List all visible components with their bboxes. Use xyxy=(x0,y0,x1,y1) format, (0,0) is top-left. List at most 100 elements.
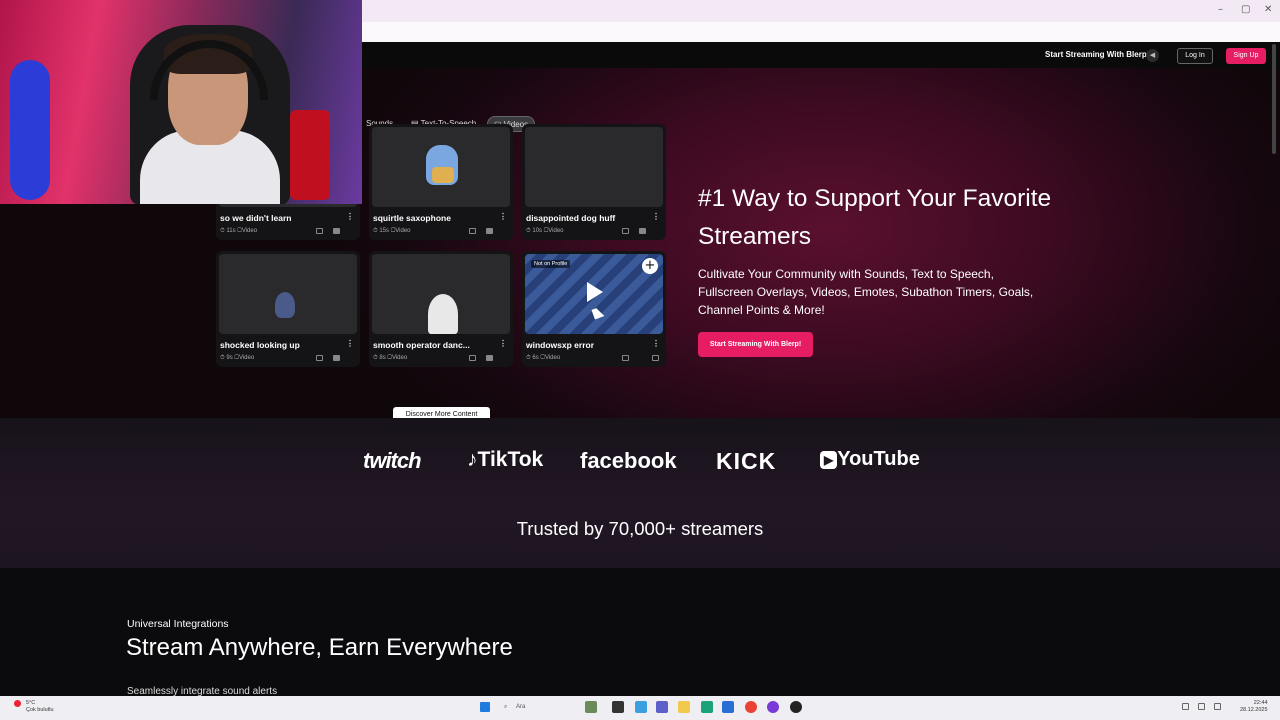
card-duration: 15s xyxy=(379,228,390,234)
weather-widget[interactable]: 5°C Çok bulutlu xyxy=(26,700,54,714)
pip-icon[interactable] xyxy=(639,228,646,234)
more-options-icon[interactable]: ⋮ xyxy=(346,339,354,348)
more-options-icon[interactable]: ⋮ xyxy=(652,339,660,348)
card-type: Video xyxy=(548,228,564,234)
card-meta: ⏱ 10s ▢Video xyxy=(526,228,564,234)
person-image xyxy=(275,292,295,318)
volume-icon[interactable] xyxy=(1198,703,1205,710)
edge-icon[interactable] xyxy=(701,701,713,713)
card-duration: 8s xyxy=(379,355,386,361)
card-duration: 10s xyxy=(532,228,543,234)
youtube-play-icon: ▶ xyxy=(820,450,838,469)
more-options-icon[interactable]: ⋮ xyxy=(499,212,507,221)
card-meta: ⏱ 8s ▢Video xyxy=(373,355,408,361)
not-on-profile-badge: Not on Profile xyxy=(531,260,571,268)
card-title: windowsxp error xyxy=(526,340,595,350)
play-icon[interactable] xyxy=(587,282,603,302)
speaker-icon[interactable]: ◀ xyxy=(1146,49,1159,62)
fullscreen-icon[interactable] xyxy=(652,355,659,361)
smoke-image xyxy=(428,294,458,334)
platforms-section: twitch ♪TikTok facebook KICK ▶ YouTube Tr… xyxy=(0,418,1280,568)
login-button[interactable]: Log In xyxy=(1177,48,1213,64)
store-icon[interactable] xyxy=(722,701,734,713)
screen-icon[interactable] xyxy=(316,355,323,361)
page-scrollbar[interactable] xyxy=(1272,44,1276,154)
obs-icon[interactable] xyxy=(790,701,802,713)
media-card[interactable]: smooth operator danc... ⋮ ⏱ 8s ▢Video xyxy=(369,251,513,367)
search-placeholder: Ara xyxy=(516,704,526,710)
chrome-icon[interactable] xyxy=(745,701,757,713)
more-options-icon[interactable]: ⋮ xyxy=(346,212,354,221)
tiktok-wordmark: TikTok xyxy=(477,448,544,471)
card-meta: ⏱ 15s ▢Video xyxy=(373,228,411,234)
integrations-subtitle: Seamlessly integrate sound alerts xyxy=(127,686,278,696)
discord-icon[interactable] xyxy=(767,701,779,713)
start-icon[interactable] xyxy=(480,702,490,712)
webcam-overlay xyxy=(0,0,362,204)
video-thumbnail[interactable]: Not on Profile + xyxy=(525,254,663,334)
maximize-button[interactable]: ▢ xyxy=(1241,4,1250,15)
more-options-icon[interactable]: ⋮ xyxy=(652,212,660,221)
integrations-label: Universal Integrations xyxy=(127,618,229,630)
network-icon[interactable] xyxy=(1182,703,1189,710)
kick-logo: KICK xyxy=(716,448,777,474)
clock-date: 28.12.2025 xyxy=(1240,707,1268,713)
facebook-logo: facebook xyxy=(580,448,677,473)
trusted-by-text: Trusted by 70,000+ streamers xyxy=(516,518,764,539)
integrations-title: Stream Anywhere, Earn Everywhere xyxy=(126,634,513,661)
copilot-icon[interactable] xyxy=(635,701,647,713)
video-thumbnail[interactable] xyxy=(525,127,663,207)
card-meta: ⏱ 11s ▢Video xyxy=(220,228,258,234)
media-card[interactable]: disappointed dog huff ⋮ ⏱ 10s ▢Video xyxy=(522,124,666,240)
card-title: squirtle saxophone xyxy=(373,213,451,223)
nav-start-streaming-link[interactable]: Start Streaming With Blerp! xyxy=(1045,50,1149,59)
card-meta: ⏱ 9s ▢Video xyxy=(220,355,255,361)
pip-icon[interactable] xyxy=(486,355,493,361)
pip-icon[interactable] xyxy=(333,228,340,234)
media-card[interactable]: shocked looking up ⋮ ⏱ 9s ▢Video xyxy=(216,251,360,367)
card-title: disappointed dog huff xyxy=(526,213,616,223)
tiktok-note-icon: ♪ xyxy=(467,448,478,471)
more-options-icon[interactable]: ⋮ xyxy=(499,339,507,348)
hero-title: #1 Way to Support Your Favorite Streamer… xyxy=(698,185,1052,250)
tiktok-logo: ♪TikTok xyxy=(467,448,543,472)
screen-icon[interactable] xyxy=(469,355,476,361)
signup-button[interactable]: Sign Up xyxy=(1226,48,1266,64)
card-title: shocked looking up xyxy=(220,340,300,350)
teams-icon[interactable] xyxy=(656,701,668,713)
saxophone-image xyxy=(432,167,454,183)
pip-icon[interactable] xyxy=(486,228,493,234)
video-thumbnail[interactable] xyxy=(372,127,510,207)
card-type: Video xyxy=(391,355,408,361)
clock-time: 22:44 xyxy=(1253,700,1268,706)
card-duration: 9s xyxy=(226,355,233,361)
taskbar-clock[interactable]: 22:44 28.12.2025 xyxy=(1240,700,1268,714)
taskbar-search[interactable]: ⌕ Ara xyxy=(500,700,580,714)
screen-icon[interactable] xyxy=(622,355,629,361)
microphone-light-image xyxy=(290,110,330,200)
file-explorer-icon[interactable] xyxy=(678,701,690,713)
guitar-image xyxy=(10,60,50,200)
video-thumbnail[interactable] xyxy=(219,254,357,334)
media-card[interactable]: squirtle saxophone ⋮ ⏱ 15s ▢Video xyxy=(369,124,513,240)
card-title: so we didn't learn xyxy=(220,213,292,223)
video-thumbnail[interactable] xyxy=(372,254,510,334)
screen-icon[interactable] xyxy=(316,228,323,234)
card-duration: 6s xyxy=(532,355,539,361)
battery-icon[interactable] xyxy=(1214,703,1221,710)
start-streaming-button[interactable]: Start Streaming With Blerp! xyxy=(698,332,813,357)
close-window-button[interactable]: ✕ xyxy=(1264,4,1272,15)
task-view-icon[interactable] xyxy=(612,701,624,713)
weather-temp: 5°C xyxy=(26,700,36,706)
pip-icon[interactable] xyxy=(333,355,340,361)
screen-icon[interactable] xyxy=(622,228,629,234)
notification-badge xyxy=(14,700,21,707)
widget-app-icon[interactable] xyxy=(585,701,597,713)
card-type: Video xyxy=(395,228,411,234)
hero-description: Cultivate Your Community with Sounds, Te… xyxy=(698,267,1034,317)
screen-icon[interactable] xyxy=(469,228,476,234)
search-icon: ⌕ xyxy=(504,703,508,710)
card-duration: 11s xyxy=(226,228,236,234)
minimize-button[interactable]: – xyxy=(1218,4,1223,15)
add-icon[interactable]: + xyxy=(642,258,658,274)
